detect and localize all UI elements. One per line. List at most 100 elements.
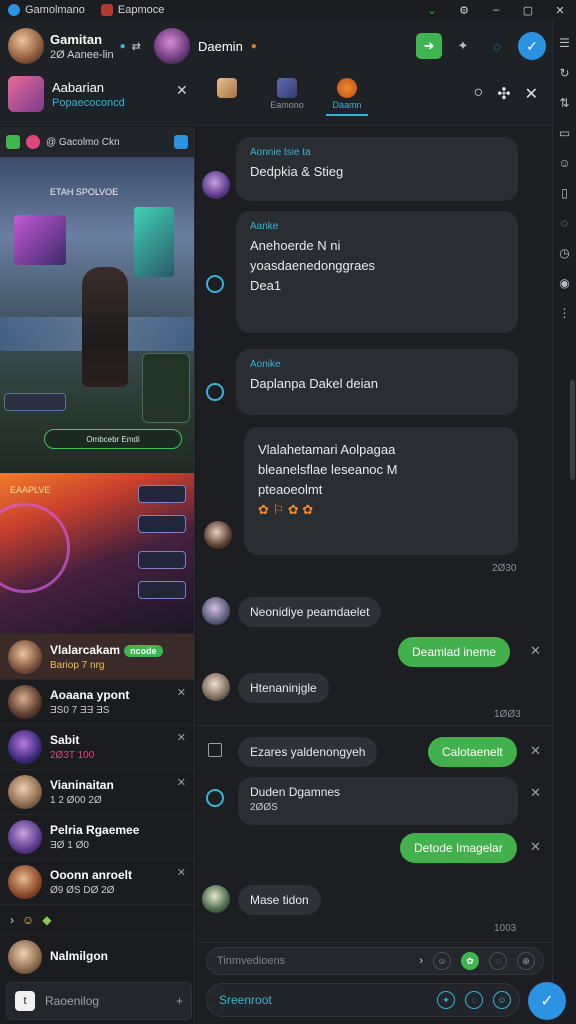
list-item[interactable]: Pelria Rgaemee ƎØ 1 Ø0 <box>0 814 194 859</box>
message-bubble[interactable]: Htenaninjgle <box>238 673 329 703</box>
sticker-icon[interactable]: ◌ <box>489 952 507 970</box>
friend-search[interactable]: t Raoenilog + <box>6 982 192 1020</box>
chat-icon[interactable]: ◌ <box>561 216 568 230</box>
avatar <box>202 597 230 625</box>
header-channel-row: Aabarian Popaecoconcd ✕ Eamono Daamn ○ ✣… <box>0 74 552 122</box>
message-input[interactable]: Sreenroot ✦ ◌ ☺ <box>206 983 520 1017</box>
close-window-button[interactable]: ✕ <box>544 0 576 20</box>
image-icon[interactable]: ✦ <box>437 991 455 1009</box>
sent-message-bubble[interactable]: Detode Imagelar <box>400 833 517 863</box>
user-info: Gamitan 2Ø Aanee-lin <box>50 32 114 61</box>
friend-name: Ooonn anroelt <box>50 868 132 882</box>
friend-info: Nalmilgon <box>50 949 108 966</box>
dismiss-icon[interactable]: ✕ <box>530 643 541 659</box>
sent-message-bubble[interactable]: Calotaenelt <box>428 737 517 767</box>
sparkle-icon[interactable]: ✣ <box>497 84 510 104</box>
message-bubble[interactable]: Vlalahetamari Aolpagaa bleanelsflae lese… <box>244 427 518 555</box>
stream-thumbnail-2[interactable]: EAAPLVE <box>0 473 194 633</box>
sent-message-bubble[interactable]: Deamlad ineme <box>398 637 511 667</box>
attach-icon[interactable]: ⊕ <box>517 952 535 970</box>
list-item[interactable]: Vianinaitan 1 2 Ø00 2Ø ✕ <box>0 769 194 814</box>
sliders-icon[interactable]: ⇅ <box>559 96 569 110</box>
expand-row[interactable]: › ☺ ◆ <box>0 904 194 934</box>
avatar <box>154 28 190 64</box>
close-panel-icon[interactable]: ✕ <box>525 84 538 104</box>
remove-icon[interactable]: ✕ <box>177 866 186 879</box>
window-tab-2[interactable]: Eapmoce <box>93 0 172 20</box>
list-item[interactable]: Vlalarcakam ncode Bariop 7 nrg <box>0 633 194 679</box>
message-bubble[interactable]: Duden Dgamnes 2ØØS <box>238 777 518 825</box>
avatar <box>202 885 230 913</box>
scrollbar[interactable] <box>570 380 575 480</box>
app-logo-icon <box>8 4 20 16</box>
ability-panel <box>138 551 186 569</box>
effects-button[interactable]: ✦ <box>450 33 476 59</box>
message-bubble[interactable]: Ezares yaldenongyeh <box>238 737 378 767</box>
tablet-icon[interactable]: ▯ <box>561 186 568 200</box>
emoji-icon[interactable]: ☺ <box>493 991 511 1009</box>
send-button[interactable]: ✓ <box>528 982 566 1020</box>
refresh-icon[interactable]: ↻ <box>559 66 569 80</box>
header-tabs: Eamono Daamn <box>206 78 368 116</box>
share-screen-icon[interactable] <box>174 135 188 149</box>
dismiss-icon[interactable]: ✕ <box>530 839 541 855</box>
dismiss-icon[interactable]: ✕ <box>530 785 541 801</box>
remove-icon[interactable]: ✕ <box>177 776 186 789</box>
message-bubble[interactable]: Neonidiye peamdaelet <box>238 597 382 627</box>
game-character <box>82 267 128 387</box>
profile-icon[interactable]: ☺ <box>558 156 570 170</box>
stream-thumbnail-1[interactable]: ETAH SPOLVOE Ombcebr Emdi <box>0 157 194 473</box>
header-users-row: Gamitan 2Ø Aanee-lin ● ⇄ Daemin ● ➜ ✦ ◌ … <box>0 26 552 72</box>
chevron-icon[interactable]: › <box>419 955 423 967</box>
list-item[interactable]: Sabit 2Ø3T 100 ✕ <box>0 724 194 769</box>
menu-icon[interactable]: ☰ <box>559 36 570 50</box>
chat-partner[interactable]: Daemin ● <box>154 28 257 64</box>
clock-icon[interactable]: ◷ <box>559 246 569 260</box>
neon-arc <box>0 503 70 593</box>
add-icon[interactable]: + <box>176 994 183 1008</box>
window-tab-1[interactable]: Gamolmano <box>0 0 93 20</box>
emoji-icon[interactable]: ☺ <box>433 952 451 970</box>
remove-icon[interactable]: ✕ <box>177 731 186 744</box>
list-item[interactable]: Ooonn anroelt Ø9 ØS DØ 2Ø ✕ <box>0 859 194 904</box>
close-icon[interactable]: ✕ <box>176 82 188 99</box>
message-bubble[interactable]: Aanke Anehoerde N ni yoasdaenedonggraes … <box>236 211 518 333</box>
list-item[interactable]: Aoaana ypont ƎS0 7 ƎƎ ƎS ✕ <box>0 679 194 724</box>
friend-info: Pelria Rgaemee ƎØ 1 Ø0 <box>50 823 139 851</box>
sticker-icon[interactable]: ◌ <box>465 991 483 1009</box>
sync-button[interactable]: ◌ <box>484 33 510 59</box>
maximize-button[interactable]: ▢ <box>512 0 544 20</box>
channel-info[interactable]: Aabarian Popaecoconcd <box>8 76 125 112</box>
dropdown-icon[interactable]: ⌄ <box>416 0 448 20</box>
message-bubble[interactable]: Aonnie tsie ta Dedpkia & Stieg <box>236 137 518 201</box>
search-icon[interactable]: ○ <box>474 84 484 104</box>
more-icon[interactable]: ⋮ <box>559 306 571 320</box>
page-icon[interactable]: ▭ <box>559 126 570 140</box>
typing-icon <box>206 275 224 293</box>
ability-panel <box>138 485 186 503</box>
current-user[interactable]: Gamitan 2Ø Aanee-lin ● ⇄ <box>8 28 141 64</box>
message-line: Duden Dgamnes <box>250 785 341 799</box>
friend-status: 1 2 Ø00 2Ø <box>50 795 102 806</box>
message-bubble[interactable]: Mase tidon <box>238 885 321 915</box>
tab-friends[interactable] <box>206 78 248 116</box>
dot-icon[interactable]: ◉ <box>559 276 569 290</box>
status-dot-icon: ● <box>250 40 257 52</box>
share-button[interactable]: ➜ <box>416 33 442 59</box>
settings-icon[interactable]: ⚙ <box>448 0 480 20</box>
mic-icon[interactable] <box>26 135 40 149</box>
gif-icon[interactable]: ✿ <box>461 952 479 970</box>
list-item[interactable]: Nalmilgon <box>0 934 194 979</box>
remove-icon[interactable]: ✕ <box>177 686 186 699</box>
message-time: 1ØØ3 <box>494 709 521 720</box>
dismiss-icon[interactable]: ✕ <box>530 743 541 759</box>
confirm-button[interactable]: ✓ <box>518 32 546 60</box>
reply-input[interactable]: Tinmvedioens › ☺ ✿ ◌ ⊕ <box>206 947 544 975</box>
message-bubble[interactable]: Aonike Daplanpa Dakel deian <box>236 349 518 415</box>
friend-info: Ooonn anroelt Ø9 ØS DØ 2Ø <box>50 868 132 896</box>
camera-icon[interactable] <box>6 135 20 149</box>
minimize-button[interactable]: – <box>480 0 512 20</box>
tab-chat[interactable]: Daamn <box>326 78 368 116</box>
message-line: Dedpkia & Stieg <box>250 164 344 179</box>
tab-library[interactable]: Eamono <box>266 78 308 116</box>
